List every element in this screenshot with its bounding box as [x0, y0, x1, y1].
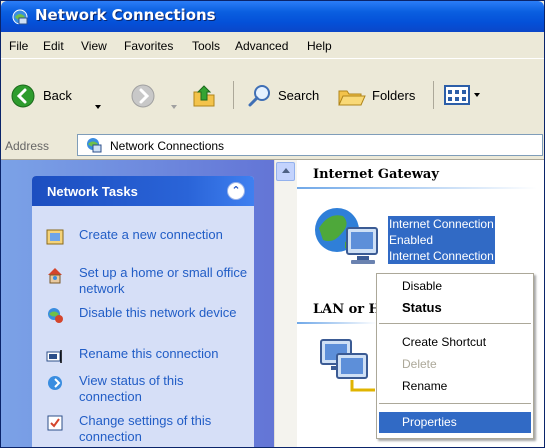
forward-dropdown-icon[interactable] — [171, 105, 177, 109]
up-arrow-icon — [282, 168, 290, 173]
group-header-lan: LAN or H — [313, 302, 381, 317]
network-tasks-panel: Network Tasks ⌃ Create a new connection … — [32, 176, 254, 447]
menu-item-disable[interactable]: Disable — [379, 276, 531, 297]
group-header-internet-gateway: Internet Gateway — [313, 167, 439, 182]
menu-edit[interactable]: Edit — [43, 39, 64, 53]
group-divider — [297, 187, 537, 189]
disable-device-icon — [48, 308, 63, 323]
network-connections-icon — [12, 9, 28, 25]
address-bar: Address Network Connections — [1, 132, 544, 160]
window-title: Network Connections — [35, 6, 216, 24]
menu-separator — [379, 403, 531, 404]
views-dropdown-icon — [474, 93, 480, 97]
vertical-scrollbar[interactable] — [274, 160, 297, 447]
menu-help[interactable]: Help — [307, 39, 332, 53]
forward-arrow-icon[interactable] — [131, 84, 155, 108]
menu-item-properties[interactable]: Properties — [379, 412, 531, 433]
rename-icon — [46, 350, 62, 363]
task-label: Rename this connection — [79, 346, 219, 361]
internet-gateway-icon — [315, 208, 378, 264]
task-label: Set up a home or small office network — [79, 265, 248, 296]
menu-item-rename[interactable]: Rename — [379, 376, 531, 397]
network-connections-icon — [87, 138, 102, 153]
menu-favorites[interactable]: Favorites — [124, 39, 173, 53]
scroll-up-button[interactable] — [276, 162, 295, 181]
back-arrow-icon — [11, 84, 35, 108]
menu-item-status[interactable]: Status — [379, 297, 531, 318]
new-connection-icon — [46, 229, 64, 245]
menu-tools[interactable]: Tools — [192, 39, 220, 53]
menu-view[interactable]: View — [81, 39, 107, 53]
search-button[interactable]: Search — [247, 81, 327, 111]
context-menu: Disable Status Create Shortcut Delete Re… — [376, 273, 534, 439]
menu-file[interactable]: File — [9, 39, 28, 53]
network-tasks-title: Network Tasks — [47, 184, 138, 199]
back-label: Back — [43, 88, 72, 103]
internet-gateway-label: Internet Connection Enabled Internet Con… — [388, 216, 495, 264]
task-label: Change settings of this connection — [79, 413, 212, 444]
views-icon — [444, 85, 470, 105]
home-network-icon — [48, 268, 62, 284]
folders-label: Folders — [372, 88, 416, 103]
task-pane: Network Tasks ⌃ Create a new connection … — [1, 160, 274, 447]
folders-button[interactable]: Folders — [337, 81, 427, 111]
folders-icon — [338, 90, 366, 106]
menu-separator — [379, 323, 531, 324]
task-label: View status of this connection — [79, 373, 184, 404]
address-field[interactable]: Network Connections — [77, 134, 543, 156]
group-divider — [297, 322, 377, 324]
status-icon — [48, 376, 62, 390]
menu-item-delete: Delete — [402, 357, 437, 371]
connection-status: Enabled — [388, 232, 495, 248]
connection-name: Internet Connection — [388, 216, 495, 232]
back-dropdown-icon[interactable] — [95, 105, 101, 109]
address-value: Network Connections — [110, 139, 225, 153]
address-label: Address — [5, 139, 50, 153]
toolbar-separator — [433, 81, 434, 109]
up-folder-icon[interactable] — [191, 82, 217, 108]
search-icon — [248, 85, 270, 107]
toolbar-separator — [233, 81, 234, 109]
menu-item-create-shortcut[interactable]: Create Shortcut — [379, 332, 531, 353]
network-tasks-header[interactable]: Network Tasks ⌃ — [32, 176, 254, 206]
settings-icon — [47, 415, 63, 431]
views-button[interactable] — [442, 82, 482, 110]
task-label: Create a new connection — [79, 227, 223, 242]
menu-advanced[interactable]: Advanced — [235, 39, 288, 53]
back-button[interactable]: Back — [11, 81, 123, 111]
menu-bar: File Edit View Favorites Tools Advanced … — [1, 32, 544, 59]
collapse-chevron-icon[interactable]: ⌃ — [227, 182, 245, 200]
lan-connection-icon[interactable] — [317, 336, 377, 396]
search-label: Search — [278, 88, 320, 103]
connection-type: Internet Connection — [388, 248, 495, 264]
title-bar[interactable]: Network Connections — [1, 1, 544, 32]
task-label: Disable this network device — [79, 305, 237, 320]
explorer-window: Network Connections File Edit View Favor… — [0, 0, 545, 448]
toolbar: Back Search Folders — [1, 59, 544, 133]
